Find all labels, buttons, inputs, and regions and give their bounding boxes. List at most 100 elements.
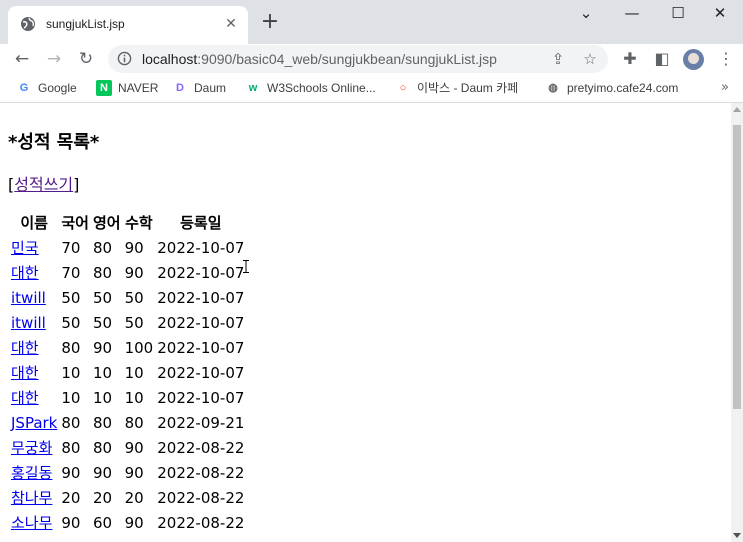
- student-name-link[interactable]: itwill: [11, 289, 46, 307]
- side-panel-icon[interactable]: ◧: [650, 47, 674, 71]
- extensions-puzzle-icon[interactable]: ✚: [618, 47, 642, 71]
- bookmark-w3schools[interactable]: w W3Schools Online...: [245, 80, 376, 98]
- table-row: itwill 50 50 50 2022-10-07: [10, 286, 245, 309]
- new-tab-button[interactable]: +: [258, 11, 282, 35]
- back-arrow-icon[interactable]: ←: [8, 45, 36, 73]
- cell-english: 80: [92, 263, 113, 282]
- cell-date: 2022-09-21: [157, 413, 245, 432]
- cell-korean: [60, 536, 90, 542]
- minimize-button[interactable]: —: [609, 0, 655, 30]
- write-score-link[interactable]: 성적쓰기: [14, 175, 73, 194]
- cafe-icon: ○: [399, 82, 407, 94]
- toolbar: ← → ↻ localhost:9090/basic04_web/sungjuk…: [0, 44, 743, 74]
- student-name-link[interactable]: 민국: [11, 239, 39, 257]
- cell-date: 2022-10-07: [157, 363, 245, 382]
- cell-math: 90: [124, 463, 144, 482]
- cell-name: 홍길동: [10, 461, 58, 484]
- cell-korean: 20: [61, 488, 81, 507]
- url-text[interactable]: localhost:9090/basic04_web/sungjukbean/s…: [142, 51, 497, 67]
- student-name-link[interactable]: 대한: [11, 389, 39, 407]
- bookmark-ibox-cafe[interactable]: ○ 이박스 - Daum 카페: [395, 80, 519, 98]
- info-icon[interactable]: [117, 51, 132, 66]
- cell-name: 참나무: [10, 486, 58, 509]
- close-window-button[interactable]: ✕: [697, 0, 743, 30]
- scroll-up-icon[interactable]: [733, 107, 741, 112]
- bookmark-google[interactable]: G Google: [16, 80, 77, 98]
- bookmark-star-icon[interactable]: ☆: [580, 49, 600, 69]
- table-row: itwill 50 50 50 2022-10-07: [10, 311, 245, 334]
- vertical-scrollbar[interactable]: [731, 103, 743, 542]
- avatar[interactable]: [683, 49, 704, 70]
- bookmarks-bar: G Google N NAVER D Daum w W3Schools Online..…: [0, 74, 743, 103]
- column-header-korean: 국어: [61, 214, 89, 232]
- cell-korean: 10: [61, 388, 81, 407]
- bookmark-pretyimo[interactable]: ◍ pretyimo.cafe24.com: [545, 80, 678, 98]
- cell-english: 60: [92, 513, 113, 532]
- student-name-link[interactable]: 홍길동: [11, 464, 52, 482]
- cell-name: 소나무: [10, 511, 58, 534]
- cell-date: 2022-10-07: [157, 288, 245, 307]
- cell-name: 대한: [10, 361, 58, 384]
- reload-icon[interactable]: ↻: [72, 45, 100, 73]
- cell-korean: 50: [61, 288, 81, 307]
- cell-math: 90: [124, 438, 144, 457]
- share-icon[interactable]: ⇪: [548, 49, 568, 69]
- student-name-link[interactable]: 대한: [11, 364, 39, 382]
- table-header-row: 이름 국어 영어 수학 등록일: [10, 211, 245, 234]
- cell-korean: 50: [61, 313, 81, 332]
- menu-kebab-icon[interactable]: ⋮: [714, 47, 738, 71]
- student-name-link[interactable]: 무궁화: [11, 439, 52, 457]
- scroll-thumb[interactable]: [733, 125, 741, 409]
- cell-math: 50: [124, 313, 144, 332]
- cell-korean: 80: [61, 338, 81, 357]
- tab-strip: sungjukList.jsp ✕ + ⌄ — ☐ ✕: [0, 0, 743, 44]
- tab-close-icon[interactable]: ✕: [222, 15, 240, 33]
- globe-icon: ◍: [548, 82, 558, 94]
- scroll-down-icon[interactable]: [733, 533, 741, 538]
- cell-english: 80: [92, 238, 113, 257]
- student-name-link[interactable]: 대한: [11, 264, 39, 282]
- cell-english: 50: [92, 313, 113, 332]
- cell-math: [124, 536, 155, 542]
- address-bar[interactable]: localhost:9090/basic04_web/sungjukbean/s…: [108, 45, 608, 73]
- cell-math: 90: [124, 263, 144, 282]
- column-header-math: 수학: [125, 214, 153, 232]
- text-cursor-icon: [243, 260, 249, 273]
- cell-korean: 80: [61, 438, 81, 457]
- cell-math: 50: [124, 288, 144, 307]
- table-row: [10, 536, 245, 542]
- w3schools-icon: w: [248, 82, 258, 94]
- write-link-wrapper: [성적쓰기]: [8, 175, 80, 194]
- student-name-link[interactable]: 대한: [11, 339, 39, 357]
- student-name-link[interactable]: 참나무: [11, 489, 52, 507]
- student-name-link[interactable]: itwill: [11, 314, 46, 332]
- student-name-link[interactable]: 소나무: [11, 514, 52, 532]
- forward-arrow-icon[interactable]: →: [40, 45, 68, 73]
- cell-name: 민국: [10, 236, 58, 259]
- cell-name: 대한: [10, 386, 58, 409]
- table-row: 소나무 90 60 90 2022-08-22: [10, 511, 245, 534]
- cell-date: 2022-10-07: [157, 263, 245, 282]
- cell-name: 대한: [10, 261, 58, 284]
- cell-english: 20: [92, 488, 113, 507]
- student-name-link[interactable]: JSPark: [11, 414, 57, 432]
- cell-korean: 90: [61, 463, 81, 482]
- maximize-button[interactable]: ☐: [655, 0, 701, 30]
- cell-korean: 70: [61, 263, 81, 282]
- cell-math: 20: [124, 488, 144, 507]
- table-row: 참나무 20 20 20 2022-08-22: [10, 486, 245, 509]
- cell-name: itwill: [10, 311, 58, 334]
- cell-english: 50: [92, 288, 113, 307]
- bookmark-naver[interactable]: N NAVER: [96, 80, 158, 98]
- cell-date: 2022-10-07: [157, 313, 245, 332]
- globe-icon: [21, 17, 35, 31]
- cell-name: JSPark: [10, 411, 58, 434]
- browser-tab[interactable]: sungjukList.jsp ✕: [8, 6, 248, 44]
- table-row: 민국 70 80 90 2022-10-07: [10, 236, 245, 259]
- cell-date: 2022-08-22: [157, 513, 245, 532]
- bookmarks-more-icon[interactable]: »: [721, 80, 729, 95]
- cell-name: [10, 536, 58, 542]
- bookmark-daum[interactable]: D Daum: [172, 80, 226, 98]
- tab-search-icon[interactable]: ⌄: [563, 0, 609, 30]
- cell-date: 2022-08-22: [157, 463, 245, 482]
